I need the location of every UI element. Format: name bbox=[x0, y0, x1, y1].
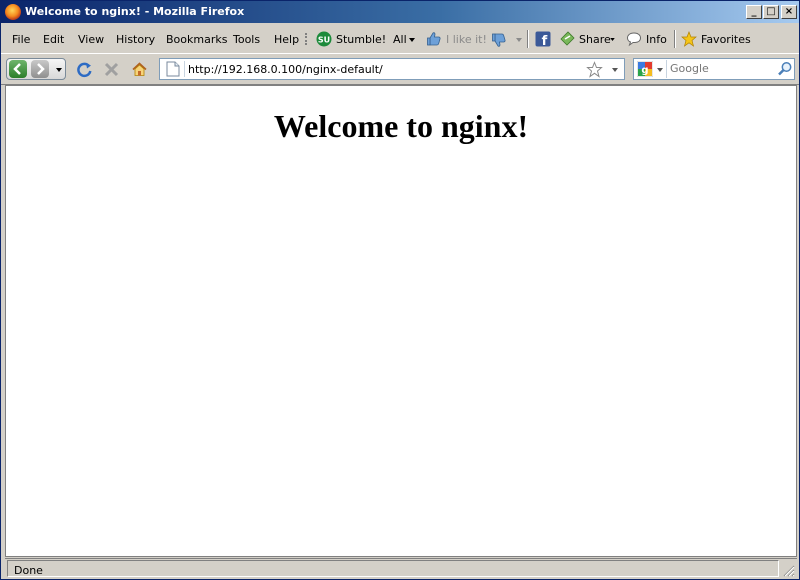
stumbleupon-icon: SU bbox=[316, 31, 332, 47]
chevron-down-icon bbox=[516, 38, 522, 42]
stumble-button[interactable]: Stumble! bbox=[336, 33, 386, 46]
menu-view[interactable]: View bbox=[78, 33, 104, 46]
speech-bubble-icon bbox=[626, 32, 642, 47]
back-button[interactable] bbox=[9, 60, 27, 78]
favorites-button[interactable]: Favorites bbox=[701, 33, 751, 46]
stop-icon[interactable] bbox=[103, 61, 120, 78]
toolbar-separator bbox=[674, 30, 676, 48]
share-icon bbox=[560, 31, 575, 46]
url-bar[interactable]: http://192.168.0.100/nginx-default/ bbox=[159, 58, 625, 80]
svg-text:f: f bbox=[542, 34, 548, 47]
chevron-down-icon bbox=[409, 38, 415, 42]
page-content: Welcome to nginx! bbox=[5, 85, 797, 557]
browser-window: Welcome to nginx! - Mozilla Firefox _ □ … bbox=[0, 0, 800, 580]
status-text: Done bbox=[14, 564, 43, 577]
back-forward-group bbox=[6, 58, 66, 80]
share-button[interactable]: Share bbox=[579, 33, 611, 46]
menu-edit[interactable]: Edit bbox=[43, 33, 64, 46]
page-heading: Welcome to nginx! bbox=[273, 108, 529, 144]
menu-bar: File Edit View History Bookmarks Tools H… bbox=[1, 25, 799, 54]
search-box[interactable]: g bbox=[633, 58, 795, 80]
url-dropdown-icon[interactable] bbox=[612, 68, 618, 72]
facebook-icon[interactable]: f bbox=[535, 31, 551, 47]
i-like-it-button[interactable]: I like it! bbox=[446, 33, 487, 46]
menu-help[interactable]: Help bbox=[274, 33, 299, 46]
menu-file[interactable]: File bbox=[12, 33, 30, 46]
menu-history[interactable]: History bbox=[116, 33, 155, 46]
forward-button[interactable] bbox=[31, 60, 49, 78]
page-icon bbox=[166, 61, 180, 77]
google-engine-icon[interactable]: g bbox=[637, 61, 653, 77]
chevron-down-icon bbox=[610, 38, 615, 41]
svg-text:g: g bbox=[641, 65, 648, 76]
navigation-toolbar: http://192.168.0.100/nginx-default/ g bbox=[1, 54, 799, 85]
menu-bookmarks[interactable]: Bookmarks bbox=[166, 33, 227, 46]
star-icon bbox=[681, 31, 697, 47]
url-text[interactable]: http://192.168.0.100/nginx-default/ bbox=[188, 63, 383, 76]
menu-tools[interactable]: Tools bbox=[233, 33, 260, 46]
window-title: Welcome to nginx! - Mozilla Firefox bbox=[25, 5, 245, 18]
history-dropdown-icon[interactable] bbox=[56, 68, 62, 72]
toolbar-grip[interactable] bbox=[305, 33, 311, 45]
arrow-right-icon bbox=[37, 63, 45, 75]
bookmark-star-icon[interactable] bbox=[586, 61, 603, 78]
arrow-left-icon bbox=[13, 63, 21, 75]
search-input[interactable] bbox=[670, 62, 770, 75]
home-icon[interactable] bbox=[131, 61, 148, 78]
toolbar-separator bbox=[527, 30, 529, 48]
reload-icon[interactable] bbox=[76, 61, 93, 78]
search-icon[interactable] bbox=[777, 61, 793, 77]
info-button[interactable]: Info bbox=[646, 33, 667, 46]
firefox-logo-icon bbox=[5, 4, 21, 20]
close-button[interactable]: × bbox=[781, 5, 797, 19]
thumbs-up-icon bbox=[427, 32, 441, 46]
maximize-button[interactable]: □ bbox=[763, 5, 779, 19]
resize-grip-icon[interactable] bbox=[781, 563, 795, 577]
all-dropdown[interactable]: All bbox=[393, 33, 407, 46]
status-bar: Done bbox=[5, 558, 797, 578]
chevron-down-icon bbox=[657, 68, 663, 72]
thumbs-down-icon[interactable] bbox=[491, 32, 507, 48]
svg-text:SU: SU bbox=[318, 36, 330, 45]
title-bar[interactable]: Welcome to nginx! - Mozilla Firefox _ □ … bbox=[1, 1, 799, 23]
minimize-button[interactable]: _ bbox=[746, 5, 762, 19]
